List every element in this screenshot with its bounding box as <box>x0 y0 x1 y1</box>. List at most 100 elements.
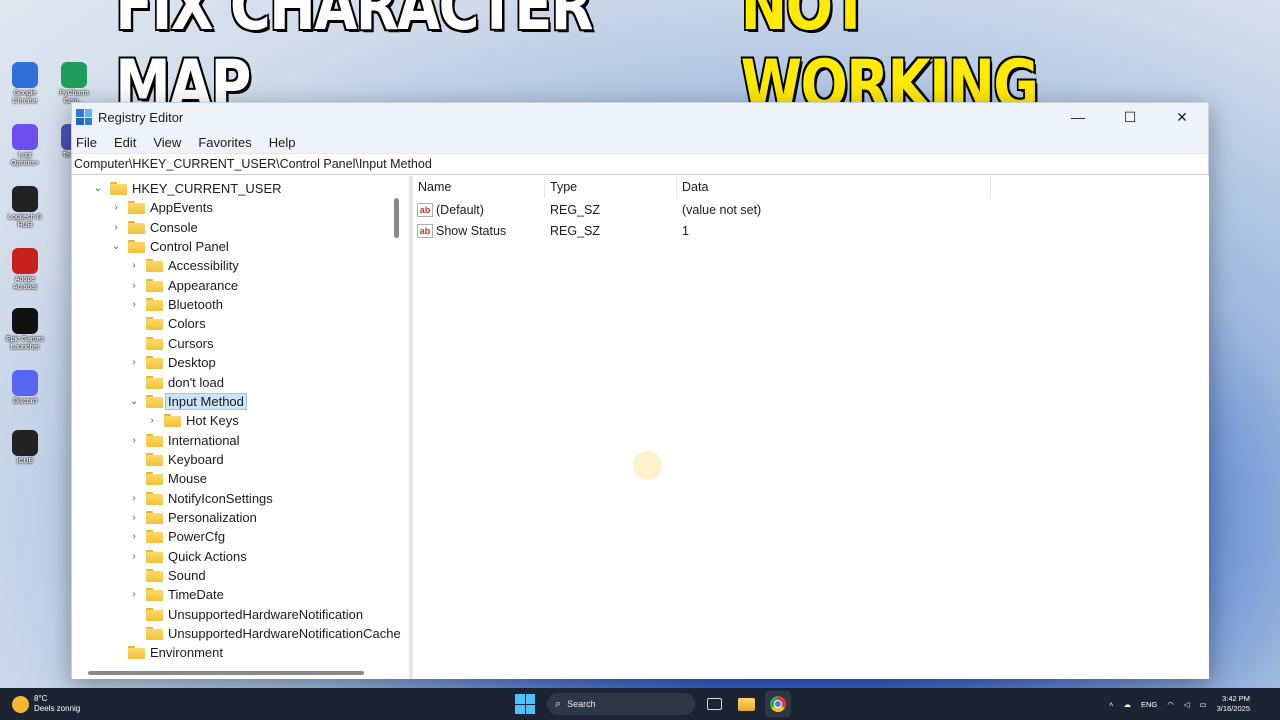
folder-icon <box>146 394 163 408</box>
wifi-icon[interactable]: ◠ <box>1167 700 1174 709</box>
address-bar[interactable]: Computer\HKEY_CURRENT_USER\Control Panel… <box>72 153 1208 175</box>
chevron-right-icon[interactable]: › <box>128 435 140 446</box>
minimize-button[interactable]: — <box>1052 103 1104 131</box>
chevron-up-icon[interactable]: ˄ <box>1109 700 1113 709</box>
desktop-icon[interactable]: iCUE <box>4 430 46 466</box>
desktop-icon[interactable]: Logi Options+ <box>4 124 46 168</box>
tree-item[interactable]: › Personalization <box>128 508 257 527</box>
column-name[interactable]: Name <box>413 176 545 198</box>
tree-item[interactable]: UnsupportedHardwareNotification <box>128 605 363 624</box>
chevron-right-icon[interactable]: › <box>128 531 140 542</box>
tree-item[interactable]: › Hot Keys <box>146 411 238 430</box>
desktop-icon-label: Google Chrome <box>12 90 38 105</box>
language-indicator[interactable]: ENG <box>1141 700 1157 709</box>
weather-widget[interactable]: 8°C Deels zonnig <box>12 694 80 714</box>
task-view-button[interactable] <box>701 691 727 717</box>
tree-item[interactable]: › Accessibility <box>128 256 238 275</box>
desktop-icon[interactable]: PyCharm Com... <box>56 62 92 106</box>
tree-item[interactable]: › NotifyIconSettings <box>128 489 272 508</box>
battery-icon[interactable]: ▭ <box>1200 700 1207 709</box>
value-row[interactable]: ab Show Status REG_SZ 1 <box>413 221 1209 241</box>
tree-item[interactable]: Colors <box>128 314 206 333</box>
menu-help[interactable]: Help <box>269 135 296 150</box>
menu-edit[interactable]: Edit <box>114 135 136 150</box>
menu-file[interactable]: File <box>76 135 97 150</box>
tree-item[interactable]: › PowerCfg <box>128 527 225 546</box>
tree-item[interactable]: ⌄ Control Panel <box>110 237 229 256</box>
chevron-right-icon[interactable]: › <box>128 589 140 600</box>
chevron-right-icon[interactable]: › <box>128 512 140 523</box>
chevron-right-icon[interactable]: › <box>128 260 140 271</box>
tree-item[interactable]: › TimeDate <box>128 585 224 604</box>
chevron-right-icon[interactable]: › <box>110 222 122 233</box>
tree-item[interactable]: › Bluetooth <box>128 295 223 314</box>
column-data[interactable]: Data <box>677 176 991 198</box>
chevron-right-icon[interactable]: › <box>128 551 140 562</box>
tree-item-label: Mouse <box>168 471 208 487</box>
tree-item[interactable]: ⌄ HKEY_CURRENT_USER <box>92 179 282 198</box>
tree-item[interactable]: › Console <box>110 218 197 237</box>
chevron-right-icon[interactable]: › <box>128 299 140 310</box>
value-row[interactable]: ab (Default) REG_SZ (value not set) <box>413 200 1209 220</box>
taskbar: 8°C Deels zonnig ⌕ Search ˄ ☁ ENG ◠ ◁ ▭ … <box>0 688 1280 720</box>
chevron-down-icon[interactable]: ⌄ <box>128 396 140 407</box>
maximize-button[interactable]: ☐ <box>1104 103 1156 131</box>
tree-item-label: Keyboard <box>168 451 224 467</box>
desktop-icon[interactable]: Google Chrome <box>4 62 46 106</box>
ghub-icon <box>12 186 38 212</box>
menu-favorites[interactable]: Favorites <box>198 135 251 150</box>
chevron-right-icon[interactable]: › <box>128 357 140 368</box>
string-value-icon: ab <box>417 223 433 238</box>
desktop-icon[interactable]: Epic Games Launcher <box>4 308 46 352</box>
chevron-down-icon[interactable]: ⌄ <box>110 241 122 252</box>
search-box[interactable]: ⌕ Search <box>547 693 695 715</box>
tree-item[interactable]: Environment <box>110 643 223 662</box>
chevron-right-icon[interactable]: › <box>110 202 122 213</box>
tree-item[interactable]: › Desktop <box>128 353 215 372</box>
tree-item[interactable]: don't load <box>128 373 224 392</box>
desktop-icon[interactable]: Adobe Acrobat <box>4 248 46 292</box>
key-tree: ⌄ HKEY_CURRENT_USER › AppEvents › Console ⌄ Con… <box>72 176 409 679</box>
close-button[interactable]: ✕ <box>1156 103 1208 131</box>
value-type: REG_SZ <box>550 203 601 217</box>
tree-item[interactable]: › International <box>128 431 239 450</box>
tree-item[interactable]: UnsupportedHardwareNotificationCache <box>128 624 401 643</box>
volume-icon[interactable]: ◁ <box>1184 700 1190 709</box>
chevron-right-icon[interactable]: › <box>128 493 140 504</box>
desktop-icon[interactable]: Logitech G HUB <box>4 186 46 230</box>
tree-item[interactable]: Keyboard <box>128 450 224 469</box>
folder-icon <box>737 697 755 711</box>
window-title: Registry Editor <box>98 109 184 125</box>
menu-view[interactable]: View <box>153 135 181 150</box>
tree-item[interactable]: › Appearance <box>128 276 238 295</box>
tree-horizontal-scrollbar[interactable] <box>72 668 402 678</box>
tree-item[interactable]: Cursors <box>128 334 214 353</box>
start-button[interactable] <box>515 694 535 714</box>
chevron-down-icon[interactable]: ⌄ <box>92 183 104 194</box>
column-type[interactable]: Type <box>545 176 677 198</box>
tree-item-label: Colors <box>168 316 206 332</box>
clock-date: 3/16/2025 <box>1216 704 1250 713</box>
folder-icon <box>146 452 163 466</box>
weather-desc: Deels zonnig <box>34 704 81 713</box>
title-bar[interactable]: Registry Editor — ☐ ✕ <box>72 103 1208 131</box>
folder-icon <box>146 549 163 563</box>
clock[interactable]: 3:42 PM 3/16/2025 <box>1217 694 1250 714</box>
file-explorer-button[interactable] <box>733 691 759 717</box>
desktop-icon-label: Logi Options+ <box>10 152 40 167</box>
chrome-button[interactable] <box>765 691 791 717</box>
value-type: REG_SZ <box>550 223 601 238</box>
chevron-right-icon[interactable]: › <box>128 280 140 291</box>
cloud-icon[interactable]: ☁ <box>1123 700 1131 709</box>
tree-item[interactable]: Mouse <box>128 469 207 488</box>
tree-item[interactable]: ⌄ Input Method <box>128 392 247 411</box>
partly-sunny-icon <box>12 695 29 713</box>
tree-item[interactable]: › Quick Actions <box>128 547 246 566</box>
desktop-icon[interactable]: Discord <box>4 370 46 406</box>
tree-item[interactable]: › AppEvents <box>110 198 213 217</box>
chevron-right-icon[interactable]: › <box>146 415 158 426</box>
tree-vertical-scrollbar[interactable] <box>391 176 403 666</box>
values-pane: Name Type Data ab (Default) REG_SZ (value n… <box>413 176 1209 679</box>
tree-item[interactable]: Sound <box>128 566 206 585</box>
acrobat-icon <box>12 248 38 274</box>
